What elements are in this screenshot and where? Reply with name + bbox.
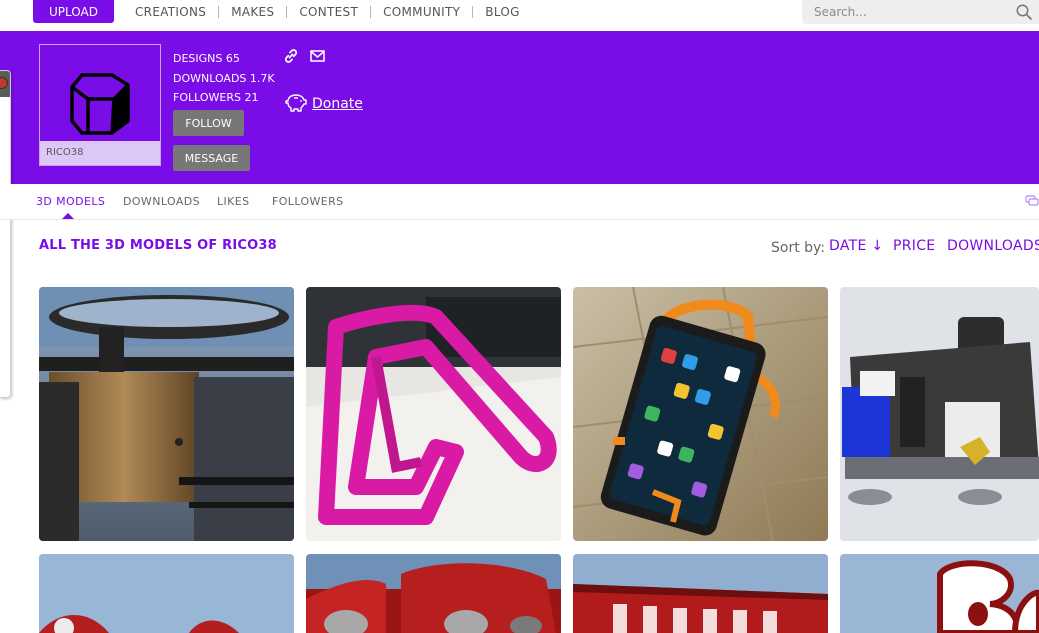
mail-icon[interactable] xyxy=(310,50,325,62)
sort-label: Sort by: xyxy=(771,240,826,256)
octagon-prism-logo xyxy=(70,73,130,135)
sort-date[interactable]: DATE ↓ xyxy=(829,238,883,254)
tab-downloads[interactable]: DOWNLOADS xyxy=(123,195,200,208)
model-card[interactable] xyxy=(573,287,828,541)
model-thumbnail-red-letters xyxy=(306,554,561,633)
stat-followers: FOLLOWERS 21 xyxy=(173,91,259,104)
avatar[interactable]: RICO38 xyxy=(39,44,161,166)
search-box xyxy=(802,0,1039,24)
stat-downloads: DOWNLOADS 1.7K xyxy=(173,71,275,85)
model-thumbnail-sign xyxy=(39,554,294,633)
chat-icon[interactable] xyxy=(1025,194,1039,208)
follow-button[interactable]: FOLLOW xyxy=(173,110,244,136)
search-input[interactable] xyxy=(802,0,1007,24)
section-title: ALL THE 3D MODELS OF RICO38 xyxy=(39,238,277,253)
nav-separator xyxy=(370,6,372,18)
model-card[interactable] xyxy=(573,554,828,633)
nav-link-blog[interactable]: BLOG xyxy=(485,5,519,19)
model-thumbnail-be-letters xyxy=(840,554,1039,633)
active-tab-indicator xyxy=(62,213,74,219)
nav-link-contest[interactable]: CONTEST xyxy=(299,5,358,19)
model-card[interactable] xyxy=(840,287,1039,541)
model-thumbnail-red-sign xyxy=(573,554,828,633)
tab-3d-models[interactable]: 3D MODELS xyxy=(36,195,105,208)
link-icon[interactable] xyxy=(283,48,299,64)
profile-tabs: 3D MODELS DOWNLOADS LIKES FOLLOWERS xyxy=(0,184,1039,220)
donate-link[interactable]: Donate xyxy=(312,96,363,112)
nav-separator xyxy=(286,6,288,18)
model-thumbnail-cad-mount xyxy=(840,287,1039,541)
nav-link-makes[interactable]: MAKES xyxy=(231,5,274,19)
piggy-bank-icon xyxy=(285,94,307,112)
model-thumbnail-phone-holder xyxy=(573,287,828,541)
model-card[interactable] xyxy=(306,287,561,541)
profile-header: RICO38 DESIGNS 65 DOWNLOADS 1.7K FOLLOWE… xyxy=(0,31,1039,184)
model-thumbnail-pink-stand xyxy=(306,287,561,541)
sort-price[interactable]: PRICE xyxy=(893,238,935,254)
stat-designs: DESIGNS 65 xyxy=(173,52,240,65)
model-thumbnail-camera-rig xyxy=(39,287,294,541)
sort-downloads[interactable]: DOWNLOADS xyxy=(947,238,1039,254)
nav-link-creations[interactable]: CREATIONS xyxy=(135,5,206,19)
message-button[interactable]: MESSAGE xyxy=(173,145,250,171)
search-icon[interactable] xyxy=(1015,3,1033,21)
nav-separator xyxy=(218,6,220,18)
profile-stats: DESIGNS 65 DOWNLOADS 1.7K FOLLOWERS 21 xyxy=(173,49,275,108)
side-panel[interactable] xyxy=(0,70,11,398)
model-card[interactable] xyxy=(840,554,1039,633)
model-card[interactable] xyxy=(39,287,294,541)
upload-button[interactable]: UPLOAD xyxy=(33,0,114,23)
avatar-username: RICO38 xyxy=(40,141,160,165)
model-card[interactable] xyxy=(306,554,561,633)
profile-page: UPLOAD CREATIONS MAKES CONTEST COMMUNITY… xyxy=(0,0,1039,633)
nav-separator xyxy=(472,6,474,18)
model-card[interactable] xyxy=(39,554,294,633)
tab-followers[interactable]: FOLLOWERS xyxy=(272,195,344,208)
nav-link-community[interactable]: COMMUNITY xyxy=(383,5,460,19)
nav-links: CREATIONS MAKES CONTEST COMMUNITY BLOG xyxy=(135,4,520,20)
tab-likes[interactable]: LIKES xyxy=(217,195,250,208)
top-nav: UPLOAD CREATIONS MAKES CONTEST COMMUNITY… xyxy=(0,0,1039,31)
